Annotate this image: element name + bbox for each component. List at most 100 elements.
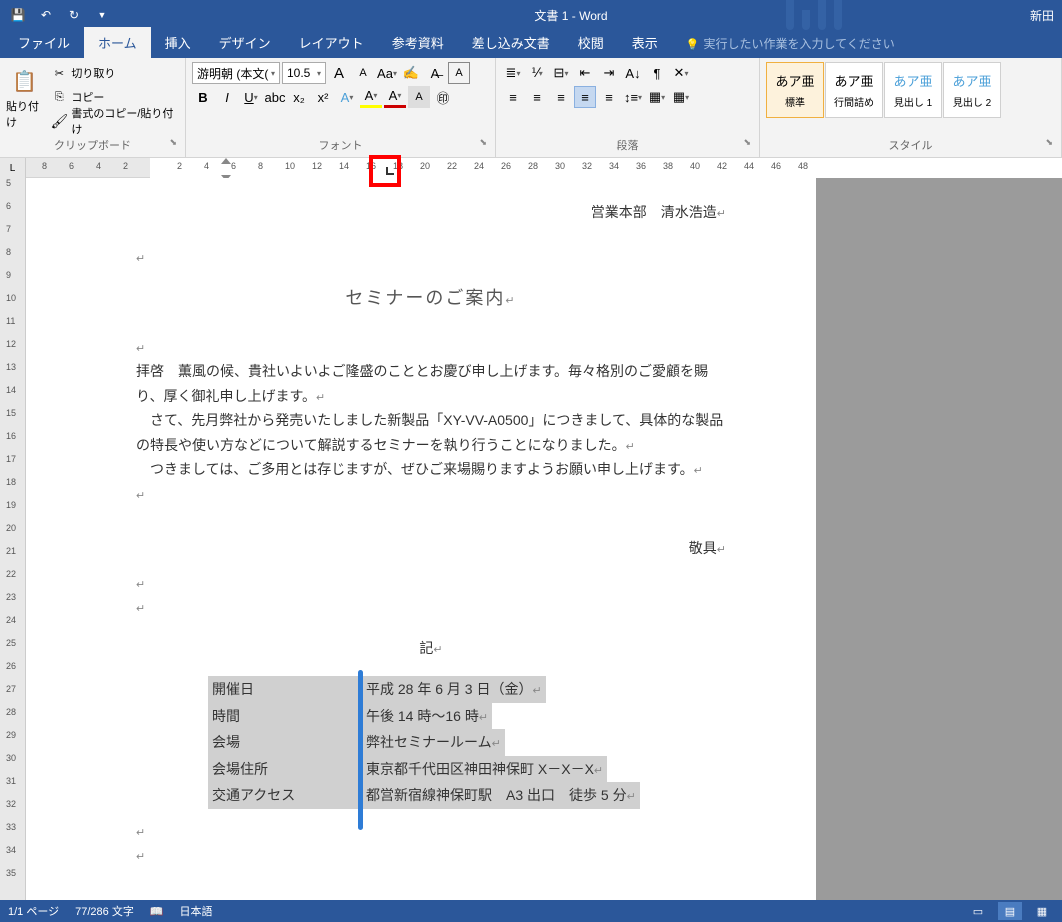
- tab-review[interactable]: 校閲: [564, 27, 618, 58]
- phonetic-guide-icon[interactable]: ✍: [400, 62, 422, 84]
- bullets-icon[interactable]: ≣▾: [502, 62, 524, 84]
- font-launcher-icon[interactable]: ⬊: [479, 137, 487, 148]
- paste-icon: 📋: [11, 68, 39, 96]
- clipboard-launcher-icon[interactable]: ⬊: [169, 137, 177, 148]
- redo-icon[interactable]: ↻: [62, 3, 86, 27]
- char-shading-icon[interactable]: A: [408, 86, 430, 108]
- grow-font-icon[interactable]: A: [328, 62, 350, 84]
- font-color-icon[interactable]: A▾: [384, 86, 406, 108]
- horizontal-ruler-row: L 86422468101214161820222426283032343638…: [0, 158, 1062, 178]
- save-icon[interactable]: 💾: [6, 3, 30, 27]
- user-name[interactable]: 新田: [1022, 7, 1062, 24]
- print-layout-icon[interactable]: ▤: [998, 902, 1022, 920]
- page[interactable]: 営業本部 清水浩造↵ ↵ セミナーのご案内↵ ↵ 拝啓 薫風の候、貴社いよいよご…: [26, 178, 816, 900]
- group-font: 游明朝 (本文(▾ 10.5▾ A A Aa▾ ✍ A̶ A B I U▾ ab…: [186, 58, 496, 157]
- enclose-char-icon[interactable]: ㊞: [432, 86, 454, 108]
- highlight-icon[interactable]: A▾: [360, 86, 382, 108]
- tab-references[interactable]: 参考資料: [378, 27, 458, 58]
- increase-indent-icon[interactable]: ⇥: [598, 62, 620, 84]
- table-row: 時間午後 14 時～16 時↵: [208, 703, 726, 730]
- tab-mailings[interactable]: 差し込み文書: [458, 27, 564, 58]
- style-h1[interactable]: あア亜見出し 1: [884, 62, 942, 118]
- qat-customize-icon[interactable]: ▼: [90, 3, 114, 27]
- paste-button[interactable]: 📋 貼り付け: [6, 62, 43, 135]
- multilevel-icon[interactable]: ⊟▾: [550, 62, 572, 84]
- doc-p3: つきましては、ご多用とは存じますが、ぜひご来場賜りますようお願い申し上げます。↵: [136, 457, 726, 482]
- doc-title: セミナーのご案内↵: [136, 283, 726, 315]
- style-gallery: あア亜標準 あア亜行間詰め あア亜見出し 1 あア亜見出し 2: [766, 62, 1001, 135]
- strike-icon[interactable]: abc: [264, 86, 286, 108]
- font-name-select[interactable]: 游明朝 (本文(▾: [192, 62, 280, 84]
- align-center-icon[interactable]: ≡: [526, 86, 548, 108]
- ribbon: 📋 貼り付け 切り取り コピー 書式のコピー/貼り付け クリップボード⬊ 游明朝…: [0, 58, 1062, 158]
- annotation-blue-line: [358, 670, 363, 830]
- group-clipboard: 📋 貼り付け 切り取り コピー 書式のコピー/貼り付け クリップボード⬊: [0, 58, 186, 157]
- web-layout-icon[interactable]: ▦: [1030, 902, 1054, 920]
- doc-p2: さて、先月弊社から発売いたしました新製品「XY-VV-A0500」につきまして、…: [136, 408, 726, 457]
- tab-file[interactable]: ファイル: [4, 27, 84, 58]
- borders-icon[interactable]: ▦▾: [670, 86, 692, 108]
- word-count[interactable]: 77/286 文字: [75, 903, 134, 919]
- align-right-icon[interactable]: ≡: [550, 86, 572, 108]
- para-launcher-icon[interactable]: ⬊: [743, 137, 751, 148]
- style-nogap[interactable]: あア亜行間詰め: [825, 62, 883, 118]
- superscript-icon[interactable]: x²: [312, 86, 334, 108]
- font-size-select[interactable]: 10.5▾: [282, 62, 326, 84]
- clipboard-label: クリップボード: [54, 140, 131, 152]
- page-count[interactable]: 1/1 ページ: [8, 903, 59, 919]
- asian-layout-icon[interactable]: ✕▾: [670, 62, 692, 84]
- tab-design[interactable]: デザイン: [205, 27, 285, 58]
- shrink-font-icon[interactable]: A: [352, 62, 374, 84]
- tab-layout[interactable]: レイアウト: [285, 27, 378, 58]
- decrease-indent-icon[interactable]: ⇤: [574, 62, 596, 84]
- underline-icon[interactable]: U▾: [240, 86, 262, 108]
- format-painter-button[interactable]: 書式のコピー/貼り付け: [47, 110, 179, 132]
- sort-icon[interactable]: A↓: [622, 62, 644, 84]
- title-bar: 💾 ↶ ↻ ▼ 文書 1 - Word 新田: [0, 0, 1062, 30]
- doc-ki: 記↵: [136, 636, 726, 661]
- clear-format-icon[interactable]: A̶: [424, 62, 446, 84]
- tell-me-search[interactable]: 実行したい作業を入力してください: [672, 29, 909, 58]
- tab-selector[interactable]: L: [0, 158, 26, 178]
- justify-icon[interactable]: ≡: [574, 86, 596, 108]
- table-row: 会場弊社セミナールーム↵: [208, 729, 726, 756]
- style-h2[interactable]: あア亜見出し 2: [943, 62, 1001, 118]
- vertical-ruler[interactable]: 5678910111213141516171819202122232425262…: [0, 178, 26, 900]
- line-spacing-icon[interactable]: ↕≡▾: [622, 86, 644, 108]
- text-effects-icon[interactable]: A▾: [336, 86, 358, 108]
- brush-icon: [51, 113, 67, 129]
- status-bar: 1/1 ページ 77/286 文字 📖 日本語 ▭ ▤ ▦: [0, 900, 1062, 922]
- scissors-icon: [51, 65, 67, 81]
- shading-icon[interactable]: ▦▾: [646, 86, 668, 108]
- horizontal-ruler[interactable]: 8642246810121416182022242628303234363840…: [26, 158, 1062, 177]
- bold-icon[interactable]: B: [192, 86, 214, 108]
- ribbon-tabs: ファイル ホーム 挿入 デザイン レイアウト 参考資料 差し込み文書 校閲 表示…: [0, 30, 1062, 58]
- group-paragraph: ≣▾ ⅟▾ ⊟▾ ⇤ ⇥ A↓ ¶ ✕▾ ≡ ≡ ≡ ≡ ≡ ↕≡▾ ▦▾ ▦▾…: [496, 58, 760, 157]
- bulb-icon: [686, 37, 700, 51]
- info-table: 開催日平成 28 年 6 月 3 日（金）↵時間午後 14 時～16 時↵会場弊…: [208, 676, 726, 809]
- numbering-icon[interactable]: ⅟▾: [526, 62, 548, 84]
- styles-launcher-icon[interactable]: ⬊: [1045, 137, 1053, 148]
- tab-insert[interactable]: 挿入: [151, 27, 205, 58]
- cut-button[interactable]: 切り取り: [47, 62, 179, 84]
- document-scroll-area[interactable]: 営業本部 清水浩造↵ ↵ セミナーのご案内↵ ↵ 拝啓 薫風の候、貴社いよいよご…: [26, 178, 1062, 900]
- language[interactable]: 日本語: [180, 903, 213, 919]
- tab-view[interactable]: 表示: [618, 27, 672, 58]
- quick-access-toolbar: 💾 ↶ ↻ ▼: [0, 3, 120, 27]
- first-line-indent-marker[interactable]: [221, 158, 231, 164]
- style-normal[interactable]: あア亜標準: [766, 62, 824, 118]
- show-marks-icon[interactable]: ¶: [646, 62, 668, 84]
- copy-icon: [51, 89, 67, 105]
- table-row: 開催日平成 28 年 6 月 3 日（金）↵: [208, 676, 726, 703]
- italic-icon[interactable]: I: [216, 86, 238, 108]
- align-left-icon[interactable]: ≡: [502, 86, 524, 108]
- subscript-icon[interactable]: x₂: [288, 86, 310, 108]
- change-case-icon[interactable]: Aa▾: [376, 62, 398, 84]
- proofing-icon[interactable]: 📖: [150, 905, 164, 918]
- styles-label: スタイル: [889, 140, 933, 152]
- char-border-icon[interactable]: A: [448, 62, 470, 84]
- read-mode-icon[interactable]: ▭: [966, 902, 990, 920]
- undo-icon[interactable]: ↶: [34, 3, 58, 27]
- tab-home[interactable]: ホーム: [84, 27, 151, 58]
- distribute-icon[interactable]: ≡: [598, 86, 620, 108]
